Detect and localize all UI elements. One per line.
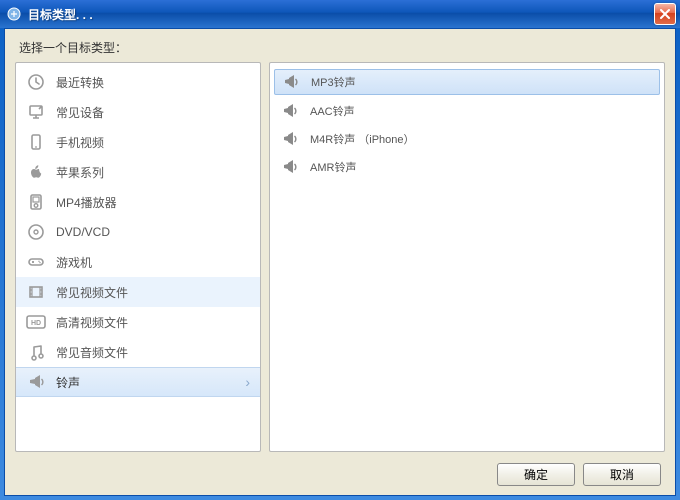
format-item[interactable]: AAC铃声 xyxy=(270,97,664,125)
format-label: MP3铃声 xyxy=(311,74,356,90)
film-icon xyxy=(26,282,46,302)
category-item-game[interactable]: 游戏机 xyxy=(16,247,260,277)
titlebar[interactable]: 目标类型. . . xyxy=(0,0,680,28)
format-item[interactable]: MP3铃声 xyxy=(274,69,660,95)
category-list: 最近转换常见设备手机视频苹果系列 MP4播放器 DVD/VCD 游戏机常见视频文件 HD… xyxy=(16,63,260,401)
category-item-video[interactable]: 常见视频文件 xyxy=(16,277,260,307)
category-item-devices[interactable]: 常见设备 xyxy=(16,97,260,127)
disc-icon xyxy=(26,222,46,242)
format-ringtone-icon xyxy=(280,129,300,149)
category-panel: 最近转换常见设备手机视频苹果系列 MP4播放器 DVD/VCD 游戏机常见视频文件 HD… xyxy=(15,62,261,452)
category-label: 铃声 xyxy=(56,374,80,391)
category-item-dvd[interactable]: DVD/VCD xyxy=(16,217,260,247)
client-area: 选择一个目标类型： 最近转换常见设备手机视频苹果系列 MP4播放器 DVD/VCD 游… xyxy=(4,28,676,496)
player-icon xyxy=(26,192,46,212)
cancel-button[interactable]: 取消 xyxy=(583,463,661,486)
category-label: 常见音频文件 xyxy=(56,344,128,361)
footer: 确定 取消 xyxy=(5,453,675,495)
ringtone-icon xyxy=(26,372,46,392)
category-item-mobile[interactable]: 手机视频 xyxy=(16,127,260,157)
ok-button[interactable]: 确定 xyxy=(497,463,575,486)
format-panel: MP3铃声 AAC铃声 M4R铃声 （iPhone） AMR铃声 xyxy=(269,62,665,452)
hd-icon: HD xyxy=(26,312,46,332)
category-label: 游戏机 xyxy=(56,254,92,271)
device-icon xyxy=(26,102,46,122)
format-ringtone-icon xyxy=(281,72,301,92)
category-label: MP4播放器 xyxy=(56,194,117,211)
format-item[interactable]: M4R铃声 （iPhone） xyxy=(270,125,664,153)
instruction-label: 选择一个目标类型： xyxy=(5,29,675,62)
panels: 最近转换常见设备手机视频苹果系列 MP4播放器 DVD/VCD 游戏机常见视频文件 HD… xyxy=(5,62,675,452)
category-label: 常见视频文件 xyxy=(56,284,128,301)
music-icon xyxy=(26,342,46,362)
category-label: 常见设备 xyxy=(56,104,104,121)
close-button[interactable] xyxy=(654,3,676,25)
format-ringtone-icon xyxy=(280,157,300,177)
category-item-hd[interactable]: HD 高清视频文件 xyxy=(16,307,260,337)
format-list: MP3铃声 AAC铃声 M4R铃声 （iPhone） AMR铃声 xyxy=(270,63,664,185)
format-label: AMR铃声 xyxy=(310,159,356,175)
apple-icon xyxy=(26,162,46,182)
phone-icon xyxy=(26,132,46,152)
app-icon xyxy=(6,6,22,22)
category-label: 手机视频 xyxy=(56,134,104,151)
category-item-apple[interactable]: 苹果系列 xyxy=(16,157,260,187)
window-title: 目标类型. . . xyxy=(28,6,654,23)
category-label: 最近转换 xyxy=(56,74,104,91)
chevron-right-icon: › xyxy=(245,374,250,390)
category-label: 高清视频文件 xyxy=(56,314,128,331)
category-item-mp4[interactable]: MP4播放器 xyxy=(16,187,260,217)
category-item-ringtone[interactable]: 铃声 › xyxy=(16,367,260,397)
dialog-window: 目标类型. . . 选择一个目标类型： 最近转换常见设备手机视频苹果系列 MP4播… xyxy=(0,0,680,500)
format-label: M4R铃声 （iPhone） xyxy=(310,131,415,147)
svg-text:HD: HD xyxy=(31,320,41,327)
format-item[interactable]: AMR铃声 xyxy=(270,153,664,181)
category-item-audio[interactable]: 常见音频文件 xyxy=(16,337,260,367)
format-label: AAC铃声 xyxy=(310,103,355,119)
format-ringtone-icon xyxy=(280,101,300,121)
category-item-recent[interactable]: 最近转换 xyxy=(16,67,260,97)
category-label: DVD/VCD xyxy=(56,225,110,239)
category-label: 苹果系列 xyxy=(56,164,104,181)
gamepad-icon xyxy=(26,252,46,272)
clock-icon xyxy=(26,72,46,92)
